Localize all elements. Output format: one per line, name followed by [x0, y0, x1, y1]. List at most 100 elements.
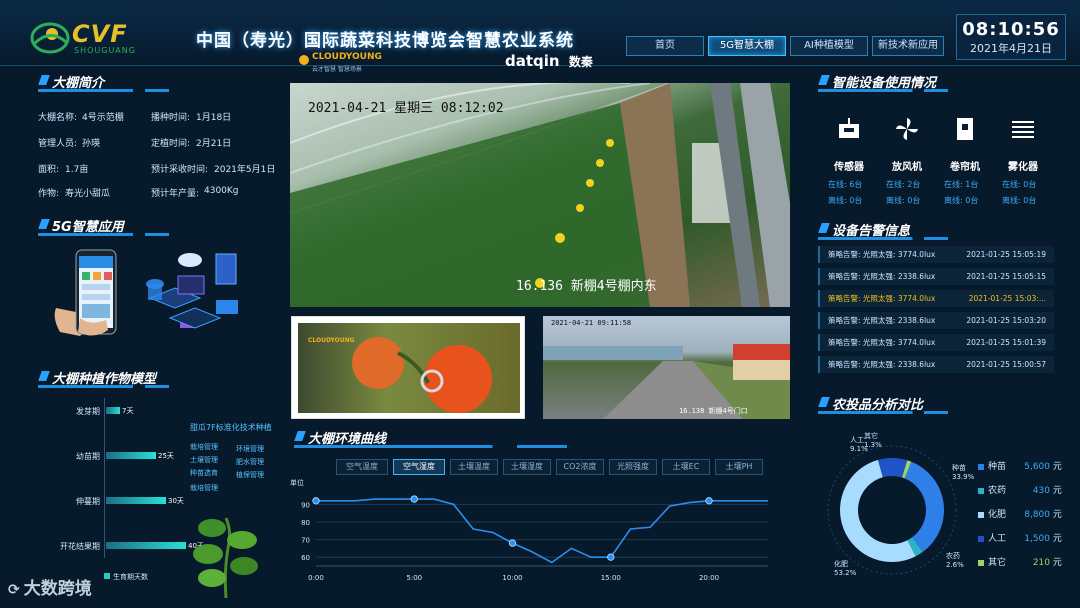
alarm-time: 2021-01-25 15:00:57 [966, 360, 1046, 369]
alarm-row[interactable]: 策略告警: 光照太强: 2338.6lux 2021-01-25 15:00:57 [818, 356, 1054, 373]
logo-text: CVF [72, 20, 128, 48]
seedling-icon [193, 517, 258, 598]
tag-0: 栽培管理 [190, 443, 218, 451]
cloudyoung-subtext: 云才智慧 智慧场景 [312, 66, 362, 73]
nav-new-tech[interactable]: 新技术新应用 [872, 36, 944, 56]
legend-value: 1,500 [1024, 534, 1050, 544]
watermark-text: 大数跨境 [23, 579, 92, 599]
alarm-message: 策略告警: 光照太强: 2338.6lux [828, 360, 936, 369]
device-online: 在线: 6台 [828, 180, 863, 189]
donut-label-pct: 33.9% [952, 473, 975, 481]
tab-3[interactable]: 土壤湿度 [503, 459, 551, 475]
legend-item: 种苗 5,600 元 [978, 459, 1062, 473]
camera-entrance[interactable]: 2021-04-21 09:11:58 16.138 新棚4号门口 [543, 316, 790, 419]
camera-main-caption: 16.136 新棚4号棚内东 [516, 279, 657, 294]
donut-label-name: 化肥 [834, 559, 848, 568]
intro-k1-1: 管理人员: [38, 139, 78, 149]
watermark: ⟳ 大数跨境 [8, 574, 92, 599]
device-online: 在线: 1台 [944, 180, 979, 189]
alarm-time: 2021-01-25 15:05:15 [966, 272, 1046, 281]
alarm-row[interactable]: 策略告警: 光照太强: 3774.0lux 2021-01-25 15:05:19 [818, 246, 1054, 263]
legend-item: 化肥 8,800 元 [978, 507, 1062, 521]
tab-4[interactable]: CO2浓度 [556, 459, 604, 475]
legend-item: 其它 210 元 [978, 555, 1062, 569]
tag-3: 肥水管理 [236, 458, 264, 466]
donut-slice [877, 458, 908, 478]
stage-name: 伸蔓期 [76, 497, 100, 506]
intro-v2-2: 2021年5月1日 [214, 165, 276, 175]
tab-2[interactable]: 土壤温度 [450, 459, 498, 475]
stage-bar [106, 497, 166, 504]
y-tick-label: 80 [301, 519, 310, 527]
datqin-cn-text: 数秦 [568, 55, 593, 69]
alarm-row[interactable]: 策略告警: 光照太强: 3774.0lux 2021-01-25 15:01:39 [818, 334, 1054, 351]
legend-name: 种苗 [988, 462, 1007, 472]
legend-unit: 元 [1050, 534, 1062, 544]
alarm-time: 2021-01-25 15:03:20 [966, 316, 1046, 325]
tab-5[interactable]: 光照强度 [609, 459, 657, 475]
alarm-message: 策略告警: 光照太强: 3774.0lux [828, 294, 936, 303]
camera-video-tomato[interactable]: CLOUDYOUNG [291, 316, 525, 419]
section-title-intro: 大棚简介 [38, 72, 276, 92]
legend-name: 人工 [988, 534, 1007, 544]
legend-item: 农药 430 元 [978, 483, 1062, 497]
nav-home[interactable]: 首页 [626, 36, 704, 56]
device-offline: 离线: 0台 [1002, 196, 1037, 205]
donut-label-pct: 2.6% [946, 561, 964, 569]
sun-icon [299, 55, 309, 65]
tab-1[interactable]: 空气湿度 [393, 459, 445, 475]
camera-main[interactable]: 2021-04-21 星期三 08:12:02 16.136 新棚4号棚内东 [290, 83, 790, 307]
intro-k2-0: 播种时间: [151, 113, 191, 123]
alarm-row[interactable]: 策略告警: 光照太强: 2338.6lux 2021-01-25 15:05:15 [818, 268, 1054, 285]
tag-2: 土壤管理 [190, 456, 218, 464]
section-title-crop-model: 大棚种植作物模型 [38, 368, 276, 388]
datqin-text: datqin [505, 52, 560, 70]
intro-k2-3: 预计年产量: [151, 189, 200, 199]
data-point [705, 497, 713, 505]
device-offline: 离线: 0台 [886, 196, 921, 205]
device-name: 传感器 [834, 162, 864, 173]
alarm-row[interactable]: 策略告警: 光照太强: 2338.6lux 2021-01-25 15:03:20 [818, 312, 1054, 329]
stage-bar [106, 542, 186, 549]
legend-name: 农药 [988, 486, 1007, 496]
data-point [607, 553, 615, 561]
device-name: 雾化器 [1008, 162, 1038, 173]
x-tick-label: 20:00 [699, 574, 719, 582]
x-tick-label: 10:00 [502, 574, 522, 582]
nav-ai-model[interactable]: AI种植模型 [790, 36, 868, 56]
clock-time: 08:10:56 [962, 19, 1060, 40]
intro-v1-1: 孙瑛 [82, 139, 101, 149]
tab-0[interactable]: 空气温度 [336, 459, 388, 475]
nav-5g-greenhouse[interactable]: 5G智慧大棚 [708, 36, 786, 56]
tag-1: 环境管理 [236, 445, 264, 453]
section-title-alarms: 设备告警信息 [818, 220, 1054, 240]
env-line-chart: 60 70 80 90 0:00 5:00 10:00 15:00 20:00 [301, 495, 768, 582]
alarm-row[interactable]: 策略告警: 光照太强: 3774.0lux 2021-01-25 15:03:..… [818, 290, 1054, 307]
data-point [508, 539, 517, 547]
tab-6[interactable]: 土壤EC [662, 459, 710, 475]
alarm-message: 策略告警: 光照太强: 3774.0lux [828, 338, 936, 347]
legend-name: 化肥 [988, 510, 1007, 520]
inputs-donut-chart: 种苗33.9%农药2.6%化肥53.2%人工9.1%其它1.3% [827, 431, 975, 577]
stage-days: 7天 [122, 407, 134, 415]
y-tick-label: 90 [301, 501, 310, 509]
alarm-time: 2021-01-25 15:03:... [968, 294, 1046, 303]
legend-swatch [978, 511, 984, 518]
video-logo-text: CLOUDYOUNG [308, 337, 355, 344]
intro-k2-1: 定植时间: [151, 139, 191, 149]
atomizer-icon [1010, 116, 1036, 142]
intro-v2-0: 1月18日 [196, 113, 232, 123]
legend-swatch [978, 463, 984, 470]
intro-v1-2: 1.7亩 [65, 165, 89, 175]
device-online: 在线: 2台 [886, 180, 921, 189]
alarm-message: 策略告警: 光照太强: 2338.6lux [828, 316, 936, 325]
clock-panel: 08:10:56 2021年4月21日 [956, 14, 1066, 60]
stage-bar [106, 407, 120, 414]
tab-7[interactable]: 土壤PH [715, 459, 763, 475]
alarm-message: 策略告警: 光照太强: 3774.0lux [828, 250, 936, 259]
tag-6: 栽培管理 [190, 484, 218, 492]
legend-unit: 元 [1050, 486, 1062, 496]
intro-table: 大棚名称: 4号示范棚 播种时间: 1月18日 管理人员: 孙瑛 定植时间: 2… [38, 110, 278, 200]
legend-unit: 元 [1050, 510, 1062, 520]
page-title: 中国（寿光）国际蔬菜科技博览会智慧农业系统 [196, 31, 574, 51]
